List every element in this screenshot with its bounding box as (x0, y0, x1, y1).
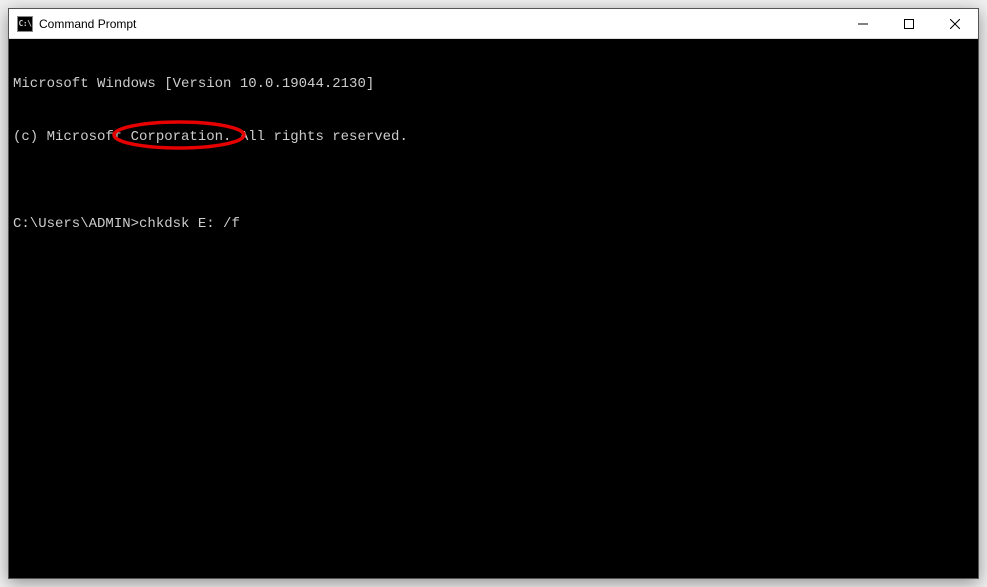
window-controls (840, 9, 978, 38)
prompt-line: C:\Users\ADMIN>chkdsk E: /f (13, 216, 974, 234)
maximize-icon (904, 19, 914, 29)
window-title: Command Prompt (39, 17, 840, 31)
cmd-icon: C:\ (17, 16, 33, 32)
minimize-button[interactable] (840, 9, 886, 38)
close-icon (950, 19, 960, 29)
terminal-area[interactable]: Microsoft Windows [Version 10.0.19044.21… (9, 39, 978, 578)
terminal-line: Microsoft Windows [Version 10.0.19044.21… (13, 76, 974, 94)
maximize-button[interactable] (886, 9, 932, 38)
command-prompt-window: C:\ Command Prompt Microsoft Windows [Ve… (8, 8, 979, 579)
titlebar[interactable]: C:\ Command Prompt (9, 9, 978, 39)
close-button[interactable] (932, 9, 978, 38)
prompt-path: C:\Users\ADMIN> (13, 216, 139, 232)
minimize-icon (858, 19, 868, 29)
command-input[interactable]: chkdsk E: /f (139, 216, 240, 232)
terminal-line: (c) Microsoft Corporation. All rights re… (13, 129, 974, 147)
